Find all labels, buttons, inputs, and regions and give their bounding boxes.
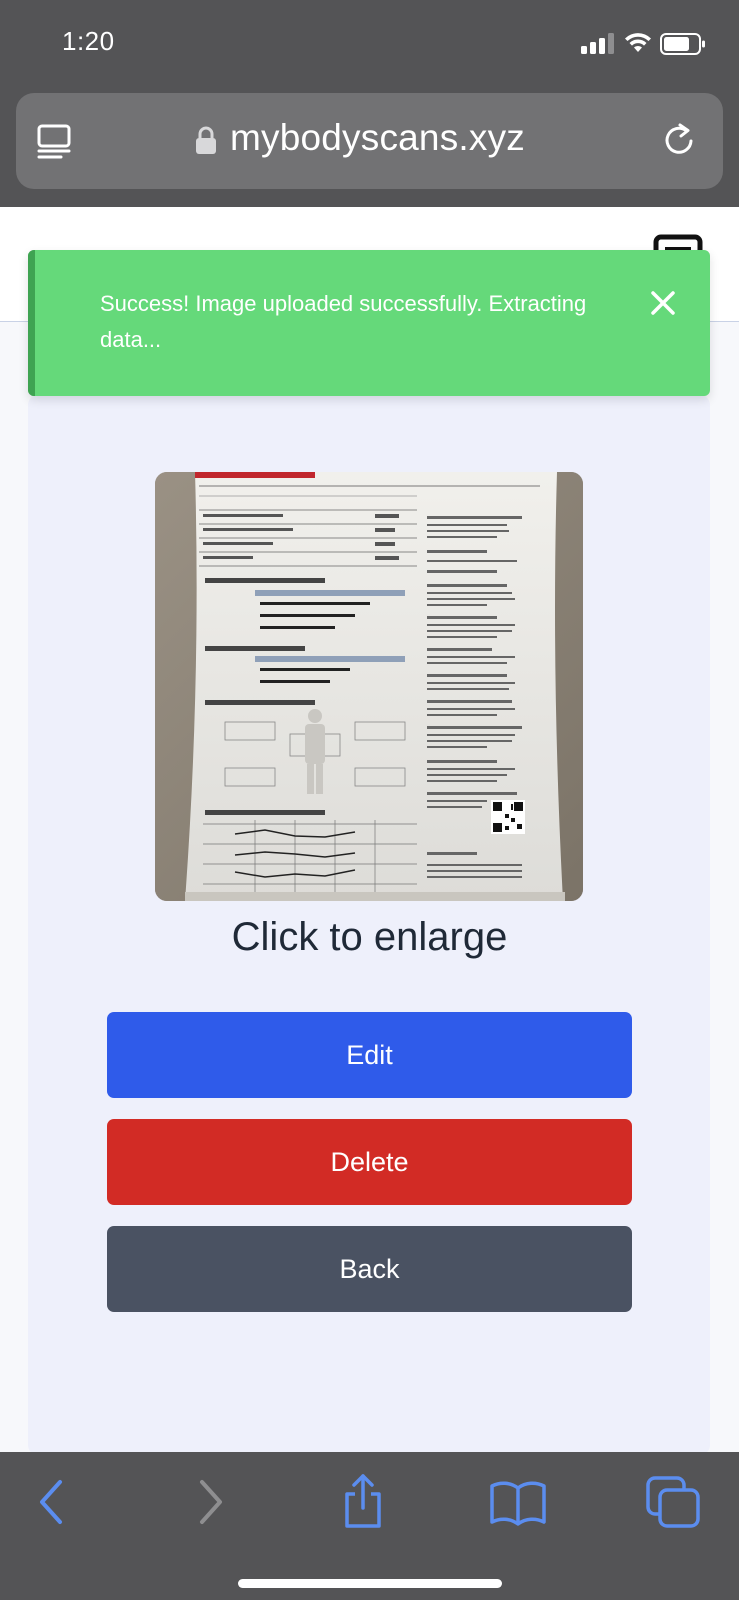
- lock-icon: [196, 126, 216, 154]
- reload-icon[interactable]: [660, 121, 698, 159]
- battery-icon: [660, 33, 705, 55]
- close-icon[interactable]: [648, 288, 678, 318]
- browser-toolbar: [0, 1452, 739, 1600]
- cellular-signal-icon: [581, 32, 619, 54]
- image-caption: Click to enlarge: [231, 915, 508, 959]
- status-time: 1:20: [62, 26, 115, 56]
- back-icon[interactable]: [22, 1474, 82, 1530]
- address-bar[interactable]: mybodyscans.xyz: [16, 93, 723, 189]
- scan-photo-illustration: [155, 472, 583, 901]
- delete-button[interactable]: Delete: [107, 1119, 632, 1205]
- back-button[interactable]: Back: [107, 1226, 632, 1312]
- reader-icon[interactable]: [36, 123, 72, 159]
- edit-button[interactable]: Edit: [107, 1012, 632, 1098]
- wifi-icon: [625, 33, 651, 52]
- toast-accent-bar: [28, 250, 35, 396]
- scan-image[interactable]: [155, 472, 583, 901]
- home-indicator[interactable]: [238, 1579, 502, 1588]
- tabs-icon[interactable]: [644, 1474, 704, 1530]
- forward-icon[interactable]: [180, 1474, 240, 1530]
- url-text[interactable]: mybodyscans.xyz: [230, 117, 525, 159]
- success-toast: Success! Image uploaded successfully. Ex…: [28, 250, 710, 396]
- bookmarks-icon[interactable]: [488, 1474, 548, 1530]
- share-icon[interactable]: [333, 1474, 393, 1530]
- toast-message: Success! Image uploaded successfully. Ex…: [100, 291, 587, 352]
